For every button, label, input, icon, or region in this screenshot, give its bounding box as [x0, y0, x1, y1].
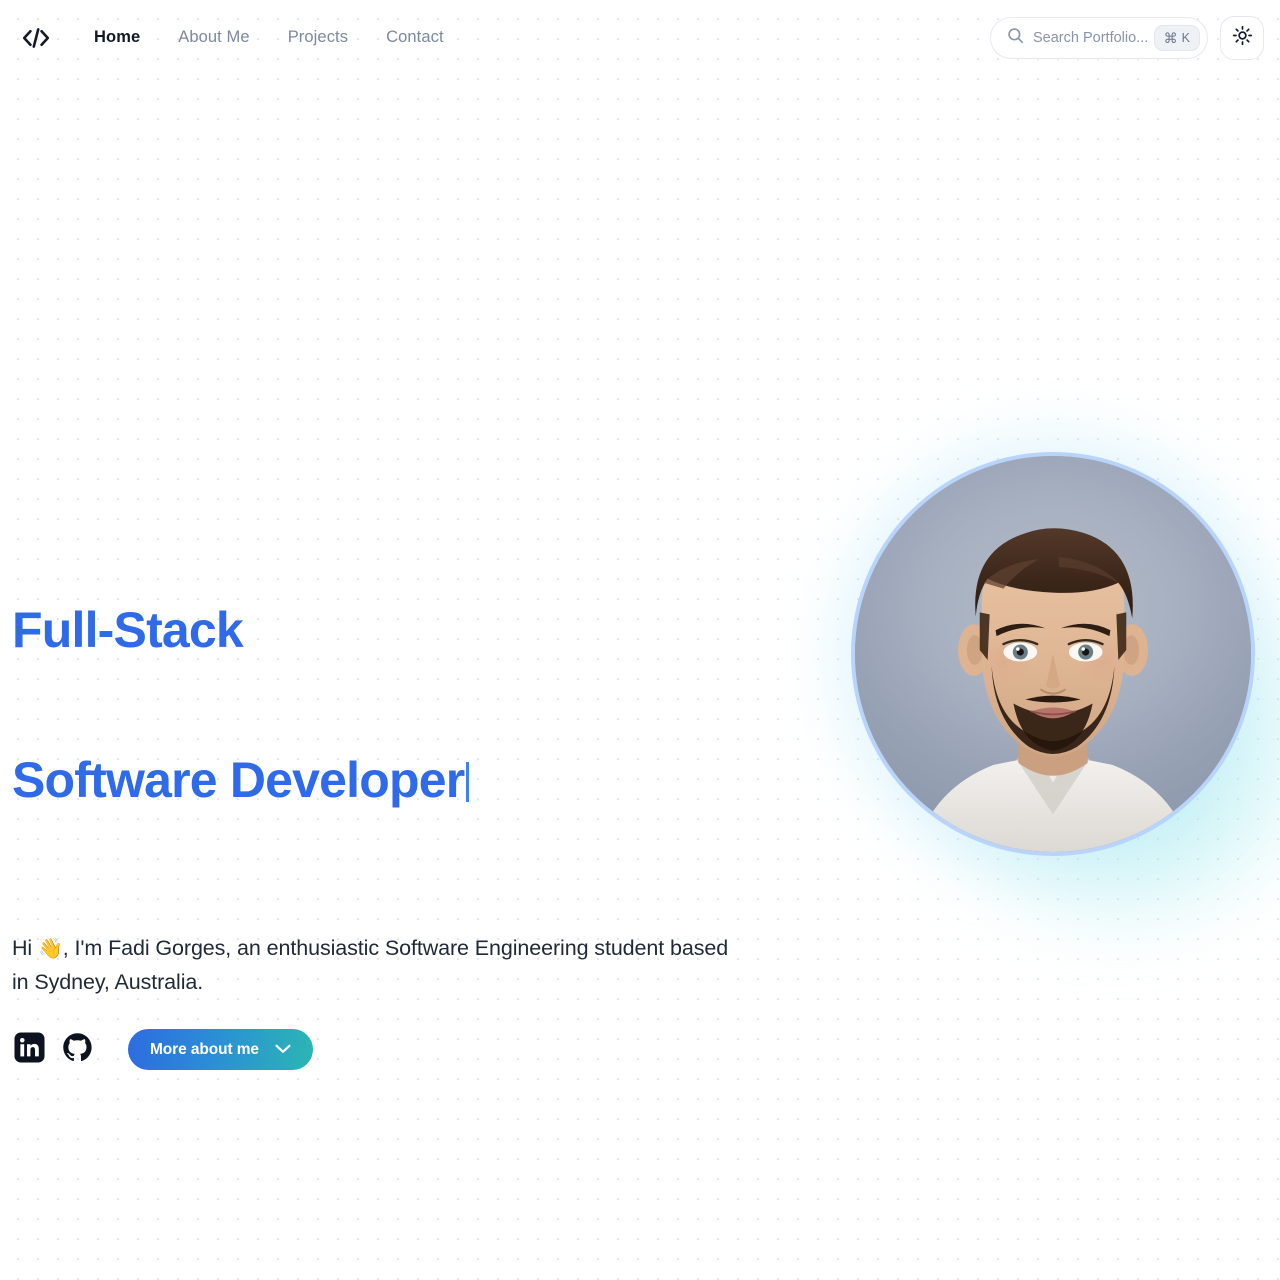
- hero-section: Full-Stack Software Developer Hi 👋, I'm …: [0, 0, 1280, 1280]
- waving-hand-icon: 👋: [37, 938, 63, 960]
- page-title-line-2-text: Software Developer: [12, 752, 465, 808]
- page-title: Full-Stack Software Developer: [12, 505, 772, 905]
- hero-subtitle-prefix: Hi: [12, 936, 38, 960]
- hero-subtitle: Hi 👋, I'm Fadi Gorges, an enthusiastic S…: [12, 932, 742, 999]
- hero-actions: More about me: [12, 1029, 772, 1070]
- logo-button[interactable]: [16, 18, 56, 58]
- more-about-me-button[interactable]: More about me: [128, 1029, 313, 1070]
- main-navigation: Home About Me Projects Contact: [94, 28, 444, 47]
- nav-link-about-me[interactable]: About Me: [178, 28, 249, 47]
- hero-subtitle-rest: , I'm Fadi Gorges, an enthusiastic Softw…: [12, 936, 729, 994]
- search-box[interactable]: ⌘ K: [990, 16, 1208, 59]
- command-key-glyph: ⌘: [1163, 29, 1178, 46]
- nav-link-home[interactable]: Home: [94, 28, 140, 47]
- avatar-photo: [855, 456, 1251, 852]
- sun-icon: [1232, 25, 1253, 51]
- avatar: [851, 452, 1255, 856]
- search-icon: [1007, 27, 1024, 49]
- page-title-line-2: Software Developer: [12, 755, 772, 805]
- code-brackets-icon: [21, 27, 51, 49]
- shortcut-key-letter: K: [1181, 30, 1190, 45]
- social-link-linkedin[interactable]: [12, 1031, 46, 1068]
- search-input[interactable]: [1033, 29, 1154, 46]
- chevron-down-icon: [275, 1041, 291, 1059]
- linkedin-icon: [13, 1031, 45, 1068]
- github-icon: [62, 1032, 93, 1068]
- typing-caret: [466, 762, 470, 802]
- search-shortcut-badge[interactable]: ⌘ K: [1153, 24, 1200, 51]
- header-actions: ⌘ K: [990, 15, 1264, 60]
- site-header: Home About Me Projects Contact ⌘ K: [0, 0, 1280, 75]
- hero-copy: Full-Stack Software Developer Hi 👋, I'm …: [12, 505, 772, 1070]
- more-about-me-label: More about me: [150, 1040, 259, 1058]
- nav-link-contact[interactable]: Contact: [386, 28, 444, 47]
- page-title-line-1: Full-Stack: [12, 602, 244, 658]
- social-link-github[interactable]: [60, 1032, 94, 1068]
- theme-toggle-button[interactable]: [1220, 15, 1264, 60]
- nav-link-projects[interactable]: Projects: [288, 28, 348, 47]
